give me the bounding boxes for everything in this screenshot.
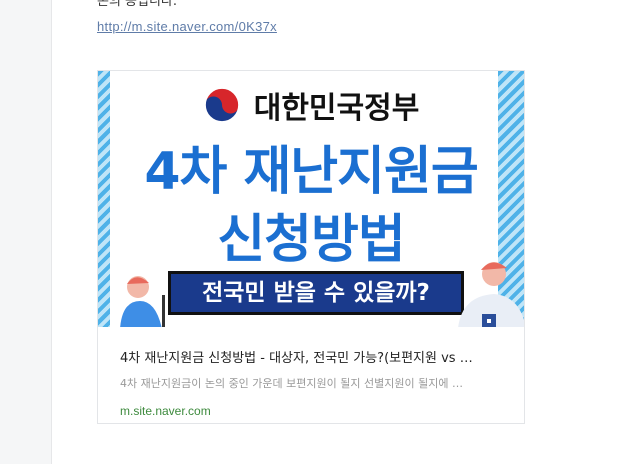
- gov-name-text: 대한민국정부: [253, 91, 420, 126]
- gov-header: 대한민국정부: [98, 83, 524, 127]
- card-description: 4차 재난지원금이 논의 중인 가운데 보편지원이 될지 선별지원이 될지에 …: [120, 377, 463, 390]
- taegeuk-logo-icon: [203, 86, 240, 124]
- post-link[interactable]: http://m.site.naver.com/0K37x: [97, 19, 277, 34]
- card-meta: 4차 재난지원금 신청방법 - 대상자, 전국민 가능?(보편지원 vs … 4…: [120, 347, 504, 418]
- card-domain: m.site.naver.com: [120, 404, 211, 418]
- link-preview-card[interactable]: 대한민국정부 4차 재난지원금 신청방법 전국민 받을 수 있을까? 4차 재난…: [97, 70, 525, 424]
- thumbnail-title-line1: 4차 재난지원금: [144, 142, 478, 202]
- card-title[interactable]: 4차 재난지원금 신청방법 - 대상자, 전국민 가능?(보편지원 vs …: [120, 347, 504, 366]
- person-illustration-right-icon: [458, 262, 524, 327]
- thumbnail-banner: 전국민 받을 수 있을까?: [168, 271, 464, 315]
- card-thumbnail: 대한민국정부 4차 재난지원금 신청방법 전국민 받을 수 있을까?: [98, 71, 524, 327]
- post-text-fragment: 돈의 공입니다.: [97, 0, 178, 9]
- left-sidebar-gutter: [0, 0, 52, 464]
